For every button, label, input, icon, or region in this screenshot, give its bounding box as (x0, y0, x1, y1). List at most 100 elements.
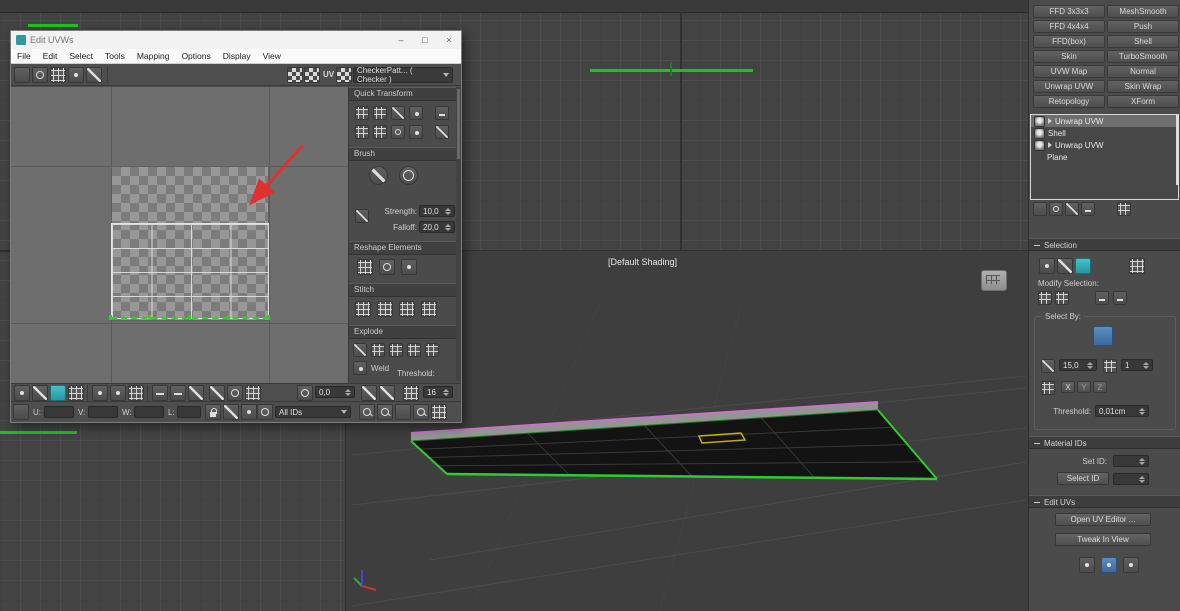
modifier-button-normal[interactable]: Normal (1107, 65, 1179, 78)
pin-stack-icon[interactable] (1033, 202, 1047, 216)
zoom-extents-icon[interactable] (413, 404, 429, 420)
angle-snap-icon[interactable] (379, 385, 395, 401)
edge-subobject-icon[interactable] (1057, 258, 1073, 274)
spinner[interactable] (343, 389, 351, 396)
align-element-icon[interactable] (409, 125, 423, 139)
edge-distance-icon[interactable] (245, 385, 261, 401)
stitch-source-icon[interactable] (377, 301, 393, 317)
falloff-field[interactable]: 20,0 (419, 221, 455, 233)
snap-icon[interactable] (361, 385, 377, 401)
stack-scrollbar[interactable] (1176, 115, 1179, 185)
zoom-region-icon[interactable] (377, 404, 393, 420)
scrollbar-thumb[interactable] (457, 89, 460, 159)
polygon-subobject-icon[interactable] (1075, 258, 1091, 274)
face-mode-icon[interactable] (50, 385, 66, 401)
weld-selected-icon[interactable] (353, 361, 367, 375)
show-end-result-icon[interactable] (1049, 202, 1063, 216)
menu-file[interactable]: File (11, 51, 37, 61)
spinner[interactable] (1141, 362, 1149, 369)
select-id-button[interactable]: Select ID (1057, 472, 1109, 485)
section-explode[interactable]: Explode (349, 325, 461, 339)
material-id-select-icon[interactable] (1103, 359, 1117, 373)
texture-checker-icon[interactable] (336, 67, 352, 83)
stack-item[interactable]: Plane (1031, 151, 1178, 163)
shrink-selection-icon[interactable] (1055, 291, 1069, 305)
loop-uv-icon[interactable] (188, 385, 204, 401)
stack-item[interactable]: Unwrap UVW (1031, 115, 1178, 127)
mirror-tool-icon[interactable] (86, 67, 102, 83)
grow-uv-icon[interactable] (152, 385, 168, 401)
menu-options[interactable]: Options (175, 51, 216, 61)
paint-select-icon[interactable] (128, 385, 144, 401)
planar-angle-icon[interactable] (1041, 359, 1055, 373)
pan-hand-icon[interactable] (13, 404, 29, 420)
modifier-button-skin-wrap[interactable]: Skin Wrap (1107, 80, 1179, 93)
uv-channel-label[interactable]: UV (323, 70, 334, 79)
plane-object-topleft-view[interactable] (28, 24, 78, 27)
grid-toggle-icon[interactable] (403, 385, 419, 401)
smoothing-group-icon[interactable] (1041, 381, 1055, 395)
select-id-field[interactable] (1113, 473, 1149, 485)
edge-mode-icon[interactable] (32, 385, 48, 401)
modifier-button-push[interactable]: Push (1107, 20, 1179, 33)
modifier-stack[interactable]: Unwrap UVW Shell Unwrap UVW Plane (1030, 114, 1179, 200)
maximize-button[interactable]: □ (413, 31, 437, 49)
vertex-mode-icon[interactable] (14, 385, 30, 401)
side-panel-scrollbar[interactable] (456, 87, 461, 381)
set-id-field[interactable] (1113, 455, 1149, 467)
uv-tool-icon-2[interactable] (1101, 557, 1117, 573)
grid-size-field[interactable]: 16 (423, 386, 453, 398)
zoom-to-gizmo-icon[interactable] (431, 404, 447, 420)
break-icon[interactable] (353, 343, 367, 357)
select-shared-vertices-icon[interactable] (92, 385, 108, 401)
minimize-button[interactable]: – (389, 31, 413, 49)
section-quick-transform[interactable]: Quick Transform (349, 87, 461, 101)
visibility-toggle-icon[interactable] (1034, 128, 1045, 139)
lock-selection-icon[interactable] (205, 404, 221, 420)
texture-dropdown[interactable]: CheckerPatt... ( Checker ) (353, 67, 453, 83)
make-unique-icon[interactable] (1065, 202, 1079, 216)
v-field[interactable] (88, 406, 118, 418)
rotate-90-cw-icon[interactable] (373, 125, 387, 139)
vertex-subobject-icon[interactable] (1039, 258, 1055, 274)
axis-y-button[interactable]: Y (1077, 381, 1091, 393)
uv-edge-vertices[interactable] (109, 315, 271, 320)
window-titlebar[interactable]: Edit UVWs – □ × (11, 31, 461, 49)
paint-move-brush-icon[interactable] (369, 166, 388, 185)
close-button[interactable]: × (437, 31, 461, 49)
align-to-edge-icon[interactable] (391, 106, 405, 120)
axis-z-button[interactable]: Z (1093, 381, 1107, 393)
flatten-by-smoothing-icon[interactable] (407, 343, 421, 357)
menu-edit[interactable]: Edit (37, 51, 64, 61)
section-brush[interactable]: Brush (349, 147, 461, 161)
straighten-selection-icon[interactable] (357, 259, 373, 275)
spinner[interactable] (443, 224, 451, 231)
stitch-target-icon[interactable] (421, 301, 437, 317)
relax-brush-icon[interactable] (399, 166, 418, 185)
falloff-space-icon[interactable] (227, 385, 243, 401)
spinner[interactable] (1137, 476, 1145, 483)
menu-select[interactable]: Select (63, 51, 99, 61)
brush-falloff-icon[interactable] (355, 209, 369, 223)
uv-tool-icon-1[interactable] (1079, 557, 1095, 573)
modifier-button-shell[interactable]: Shell (1107, 35, 1179, 48)
spinner[interactable] (1085, 362, 1093, 369)
edge-ring-icon[interactable] (1095, 291, 1109, 305)
modifier-button-ffd-4x4x4[interactable]: FFD 4x4x4 (1033, 20, 1105, 33)
open-uv-editor-button[interactable]: Open UV Editor ... (1055, 513, 1151, 526)
modifier-button-uvw-map[interactable]: UVW Map (1033, 65, 1105, 78)
planar-angle-field[interactable]: 15,0 (1059, 359, 1097, 371)
linear-align-icon[interactable] (435, 106, 449, 120)
id-filter-dropdown[interactable]: All IDs (275, 406, 351, 418)
viewport-divider-vertical-top[interactable] (680, 12, 682, 251)
explode-element-icon[interactable] (389, 343, 403, 357)
space-vertical-icon[interactable] (391, 125, 405, 139)
modifier-button-meshsmooth[interactable]: MeshSmooth (1107, 5, 1179, 18)
select-shared-edges-icon[interactable] (110, 385, 126, 401)
align-vertical-icon[interactable] (373, 106, 387, 120)
remove-modifier-icon[interactable] (1081, 202, 1095, 216)
rectangularize-icon[interactable] (401, 259, 417, 275)
rollout-edit-uvs[interactable]: Edit UVs (1029, 495, 1180, 508)
menu-display[interactable]: Display (217, 51, 257, 61)
coordinate-field[interactable]: 0,0 (315, 386, 355, 398)
